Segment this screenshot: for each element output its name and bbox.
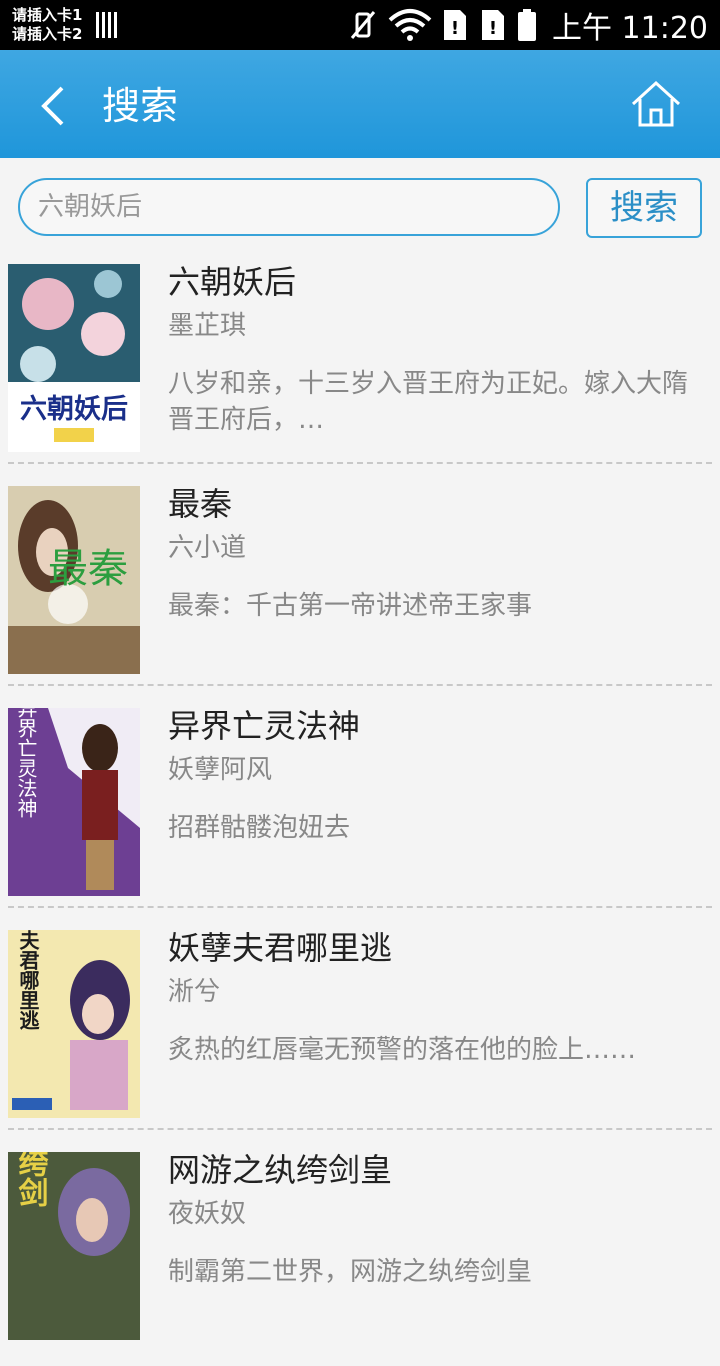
book-cover[interactable]: 最秦	[8, 486, 140, 674]
book-description: 招群骷髅泡妞去	[168, 813, 351, 843]
book-cover[interactable]: 纨绔剑	[8, 1152, 140, 1340]
result-item[interactable]: 最秦 最秦 六小道 最秦：千古第一帝讲述帝王家事	[0, 478, 720, 700]
book-author: 妖孽阿风	[168, 755, 273, 785]
book-title[interactable]: 最秦	[168, 482, 232, 526]
book-cover[interactable]: 六朝妖后	[8, 264, 140, 452]
result-item[interactable]: 异界亡灵法神 异界亡灵法神 妖孽阿风 招群骷髅泡妞去	[0, 700, 720, 922]
divider	[8, 1128, 712, 1130]
sim1-label: 请插入卡1	[12, 6, 83, 24]
book-description: 制霸第二世界，网游之纨绔剑皇	[168, 1257, 533, 1287]
book-author: 夜妖奴	[168, 1199, 247, 1229]
search-input[interactable]: 六朝妖后	[18, 178, 560, 236]
divider	[8, 906, 712, 908]
book-description: 炙热的红唇毫无预警的落在他的脸上……	[168, 1035, 637, 1065]
svg-text:!: !	[451, 18, 459, 39]
result-item[interactable]: 纨绔剑 网游之纨绔剑皇 夜妖奴 制霸第二世界，网游之纨绔剑皇	[0, 1144, 720, 1366]
book-title[interactable]: 网游之纨绔剑皇	[168, 1148, 392, 1192]
cover-title: 六朝妖后	[20, 394, 128, 425]
cover-title: 最秦	[48, 546, 128, 592]
signal-icon	[96, 12, 120, 38]
book-cover[interactable]: 妖孽夫君哪里逃	[8, 930, 140, 1118]
sim-status: 请插入卡1 请插入卡2	[12, 6, 82, 44]
book-title[interactable]: 异界亡灵法神	[168, 704, 360, 748]
book-title[interactable]: 六朝妖后	[168, 260, 296, 304]
book-author: 墨芷琪	[168, 311, 247, 341]
book-author: 六小道	[168, 533, 247, 563]
cover-title: 妖孽夫君哪里逃	[16, 930, 40, 1031]
cover-title: 纨绔剑	[13, 1152, 49, 1207]
book-cover[interactable]: 异界亡灵法神	[8, 708, 140, 896]
battery-icon	[518, 9, 536, 41]
wifi-icon	[388, 9, 432, 41]
sim2-label: 请插入卡2	[12, 25, 83, 43]
book-author: 淅兮	[168, 977, 221, 1007]
book-description: 八岁和亲，十三岁入晋王府为正妃。嫁入大隋晋王府后，…	[168, 369, 689, 435]
sim-alert-icon: !	[444, 10, 466, 40]
result-item[interactable]: 妖孽夫君哪里逃 妖孽夫君哪里逃 淅兮 炙热的红唇毫无预警的落在他的脸上……	[0, 922, 720, 1144]
divider	[8, 684, 712, 686]
search-button[interactable]: 搜索	[586, 178, 702, 238]
status-icons: ! ! 上午 11:20	[346, 0, 708, 50]
svg-text:!: !	[489, 18, 497, 39]
status-bar: 请插入卡1 请插入卡2 ! ! 上午 11:20	[0, 0, 720, 50]
home-icon[interactable]	[630, 80, 682, 128]
clock: 上午 11:20	[552, 11, 708, 46]
chevron-left-icon[interactable]	[36, 84, 72, 128]
cover-title: 异界亡灵法神	[14, 708, 38, 818]
book-description: 最秦：千古第一帝讲述帝王家事	[168, 591, 533, 621]
sim-alert-icon: !	[482, 10, 504, 40]
result-item[interactable]: 六朝妖后 六朝妖后 墨芷琪 八岁和亲，十三岁入晋王府为正妃。嫁入大隋晋王府后，…	[0, 256, 720, 478]
divider	[8, 462, 712, 464]
vibrate-off-icon	[350, 11, 376, 39]
page-title: 搜索	[102, 84, 179, 128]
book-title[interactable]: 妖孽夫君哪里逃	[168, 926, 392, 970]
